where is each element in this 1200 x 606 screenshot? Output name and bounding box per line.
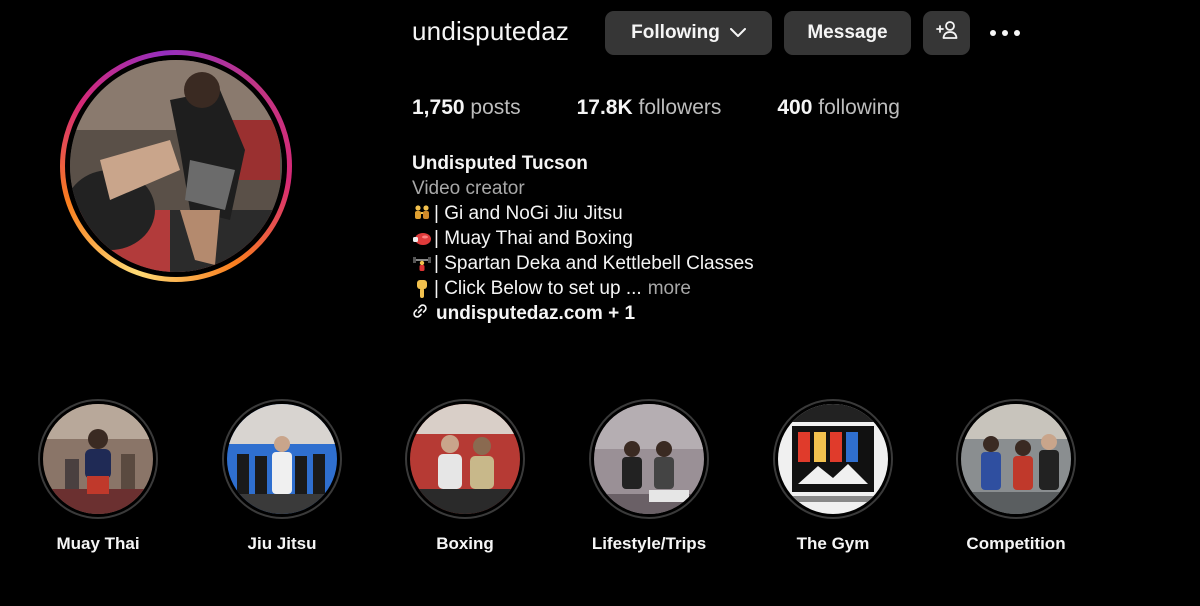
profile-stats: 1,750 posts 17.8K followers 400 followin… — [412, 96, 956, 120]
pointing-down-emoji-icon — [412, 279, 432, 299]
add-user-icon — [935, 20, 959, 46]
following-label: following — [818, 96, 900, 119]
following-button[interactable]: Following — [605, 11, 772, 55]
highlight-ring — [38, 399, 158, 519]
message-button[interactable]: Message — [784, 11, 911, 55]
wrestling-emoji-icon — [412, 204, 432, 224]
followers-stat[interactable]: 17.8K followers — [577, 96, 722, 120]
following-button-label: Following — [631, 22, 720, 43]
bio-line: | Gi and NoGi Jiu Jitsu — [412, 201, 754, 226]
bio-more-link[interactable]: more — [648, 276, 691, 301]
weightlifter-emoji-icon — [412, 254, 432, 274]
highlight-label: The Gym — [796, 534, 870, 553]
highlight-thumbnail — [778, 404, 888, 514]
highlight-ring — [956, 399, 1076, 519]
avatar-image — [70, 60, 282, 272]
followers-label: followers — [638, 96, 722, 119]
bio-line: | Muay Thai and Boxing — [412, 226, 754, 251]
highlight-label: Jiu Jitsu — [247, 534, 317, 553]
username: undisputedaz — [412, 16, 570, 46]
bio-line-text: | Muay Thai and Boxing — [434, 228, 633, 249]
following-count: 400 — [777, 96, 813, 119]
highlight-jiu-jitsu[interactable]: Jiu Jitsu — [212, 399, 352, 554]
highlight-muay-thai[interactable]: Muay Thai — [28, 399, 168, 554]
posts-count: 1,750 — [412, 96, 465, 119]
highlight-thumbnail — [961, 404, 1071, 514]
add-user-button[interactable] — [923, 11, 970, 55]
bio-line: | Spartan Deka and Kettlebell Classes — [412, 251, 754, 276]
highlight-label: Competition — [966, 534, 1066, 553]
followers-count: 17.8K — [576, 96, 633, 119]
highlight-ring — [773, 399, 893, 519]
highlight-thumbnail — [594, 404, 704, 514]
highlight-ring — [405, 399, 525, 519]
highlight-thumbnail — [410, 404, 520, 514]
profile-avatar[interactable] — [60, 50, 292, 282]
more-options-button[interactable] — [985, 20, 1025, 46]
posts-stat: 1,750 posts — [412, 96, 521, 120]
highlight-label: Lifestyle/Trips — [591, 534, 707, 553]
highlight-thumbnail — [43, 404, 153, 514]
boxing-glove-emoji-icon — [412, 229, 432, 249]
highlight-lifestyle-trips[interactable]: Lifestyle/Trips — [579, 399, 719, 554]
display-name: Undisputed Tucson — [412, 153, 588, 174]
website-link-text: undisputedaz.com + 1 — [436, 303, 636, 324]
bio-line-text: | Gi and NoGi Jiu Jitsu — [434, 203, 623, 224]
ellipsis-icon — [989, 24, 1021, 42]
highlight-ring — [222, 399, 342, 519]
website-link[interactable]: undisputedaz.com + 1 — [412, 301, 754, 326]
highlight-ring — [589, 399, 709, 519]
following-stat[interactable]: 400 following — [777, 96, 900, 120]
highlight-thumbnail — [227, 404, 337, 514]
highlight-boxing[interactable]: Boxing — [395, 399, 535, 554]
message-button-label: Message — [807, 22, 888, 43]
highlight-competition[interactable]: Competition — [946, 399, 1086, 554]
category-label: Video creator — [412, 178, 525, 199]
highlight-label: Muay Thai — [56, 534, 140, 553]
highlight-label: Boxing — [436, 534, 494, 553]
highlight-the-gym[interactable]: The Gym — [763, 399, 903, 554]
bio-line-text: | Spartan Deka and Kettlebell Classes — [434, 253, 754, 274]
chevron-down-icon — [729, 28, 746, 38]
posts-label: posts — [470, 96, 521, 119]
bio: Undisputed Tucson Video creator | Gi and… — [412, 151, 754, 326]
bio-line: | Click Below to set up ... more — [412, 276, 754, 301]
bio-line-text: | Click Below to set up ... — [434, 278, 642, 299]
link-icon — [412, 301, 436, 326]
